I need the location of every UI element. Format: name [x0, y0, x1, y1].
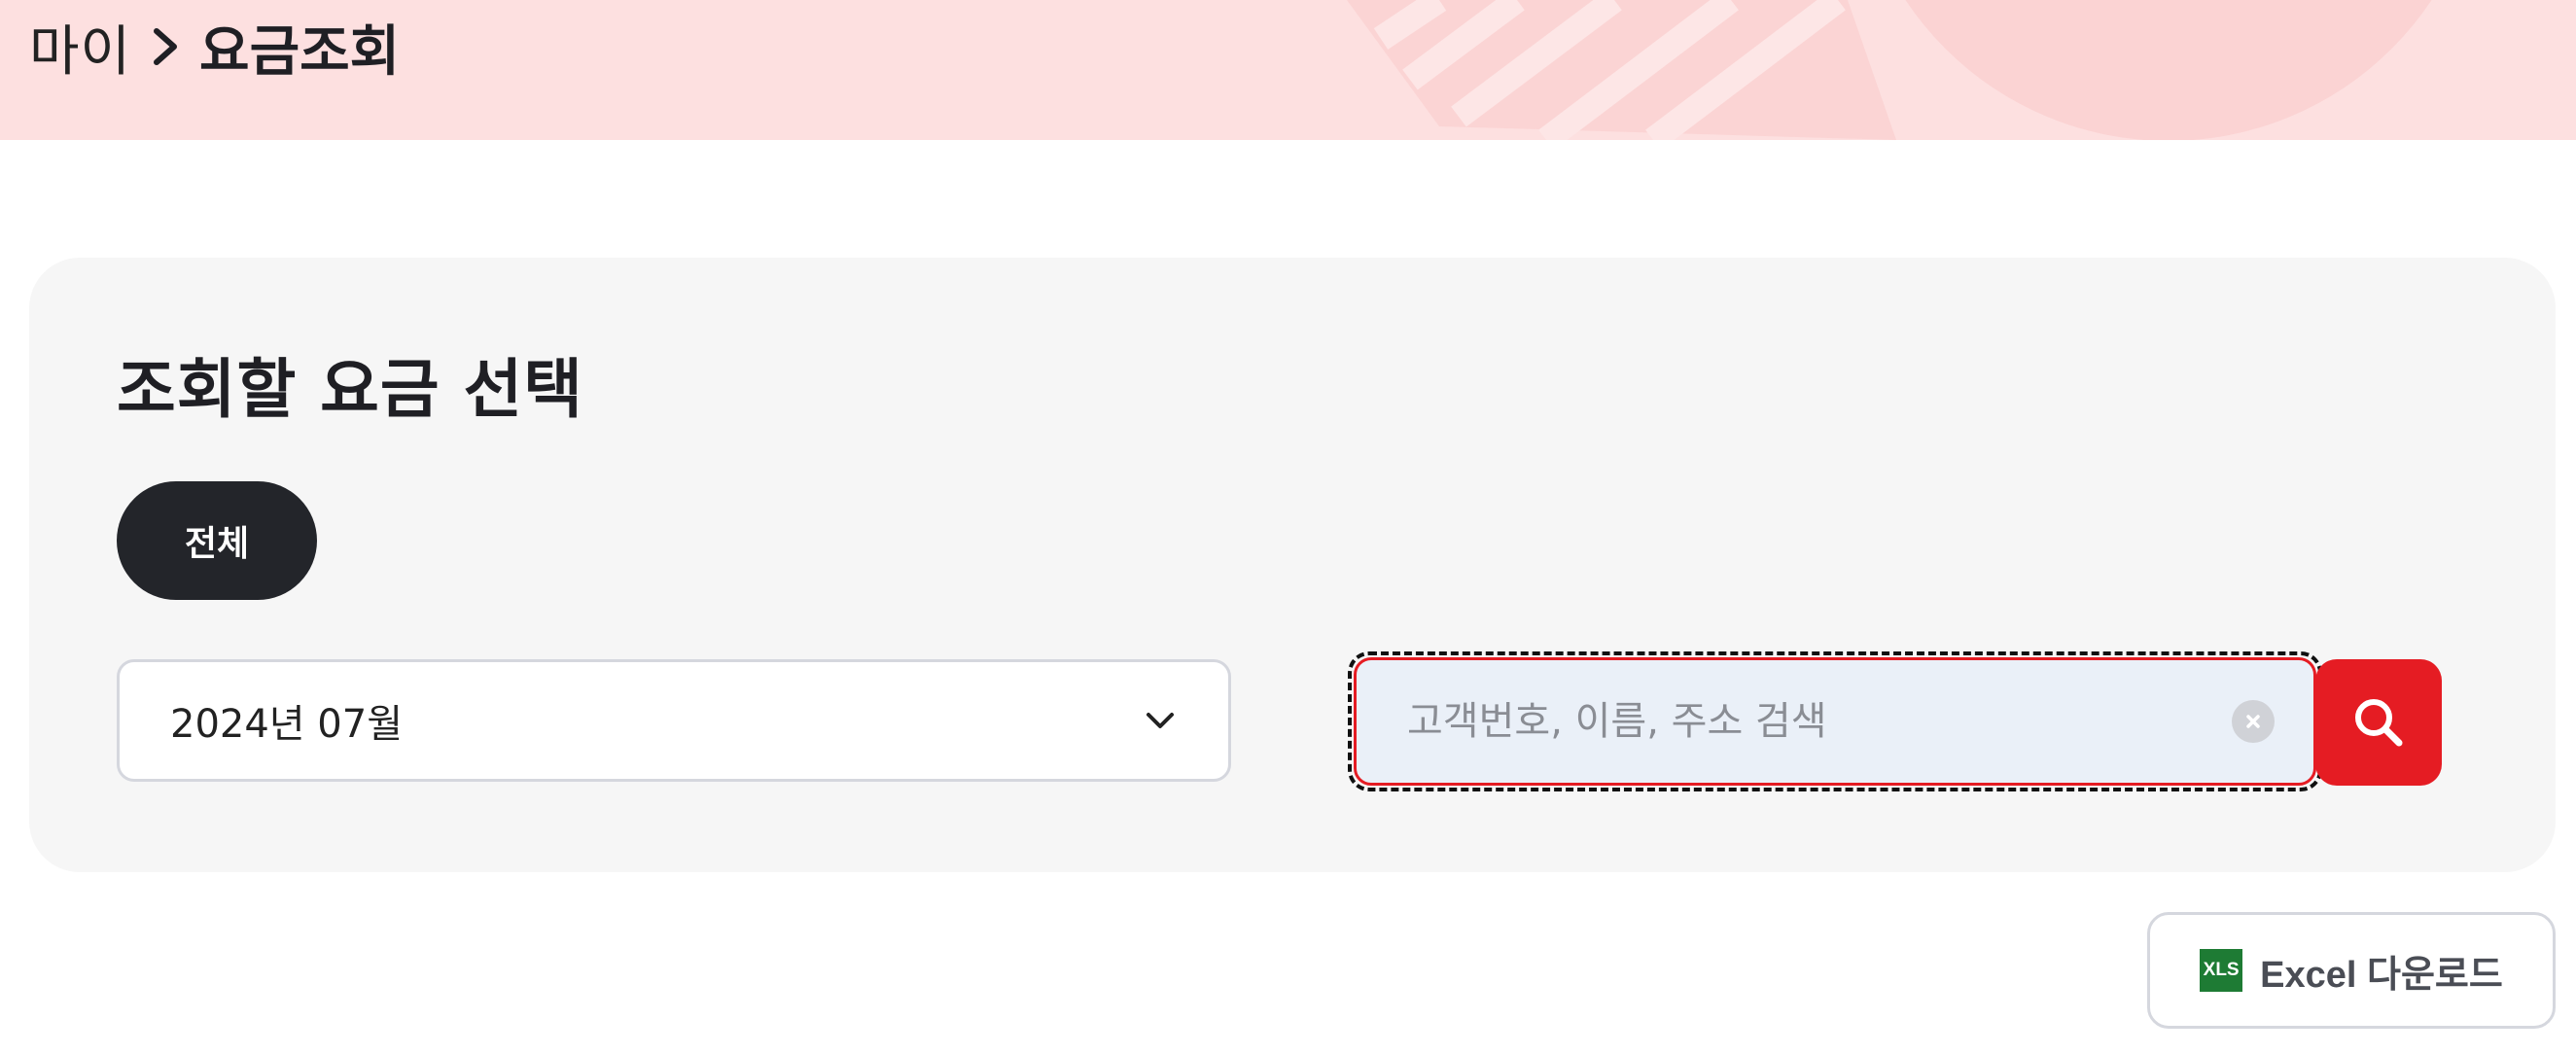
month-select[interactable]: 2024년 07월	[117, 659, 1231, 782]
search-input[interactable]	[1405, 698, 2232, 745]
month-select-value: 2024년 07월	[170, 702, 404, 747]
search-icon	[2349, 693, 2408, 752]
xls-file-icon: XLS	[2200, 949, 2243, 992]
search-button[interactable]	[2315, 659, 2442, 786]
excel-download-label: Excel 다운로드	[2260, 954, 2503, 996]
search-field[interactable]	[1354, 657, 2316, 786]
chevron-right-icon	[149, 19, 182, 74]
page: 마이 요금조회 조회할 요금 선택 전체 2024년 07월 고객번호, 이름,…	[0, 0, 2576, 1054]
breadcrumb: 마이 요금조회	[29, 10, 400, 84]
excel-download-button[interactable]: XLS Excel 다운로드	[2147, 912, 2556, 1029]
breadcrumb-home[interactable]: 마이	[29, 8, 131, 87]
clear-icon[interactable]	[2232, 700, 2275, 743]
breadcrumb-current: 요금조회	[199, 19, 401, 84]
header-banner: 마이 요금조회	[0, 0, 2576, 140]
panel-title: 조회할 요금 선택	[117, 352, 583, 427]
chevron-down-icon	[1143, 703, 1178, 738]
filter-chip-all[interactable]: 전체	[117, 481, 317, 600]
